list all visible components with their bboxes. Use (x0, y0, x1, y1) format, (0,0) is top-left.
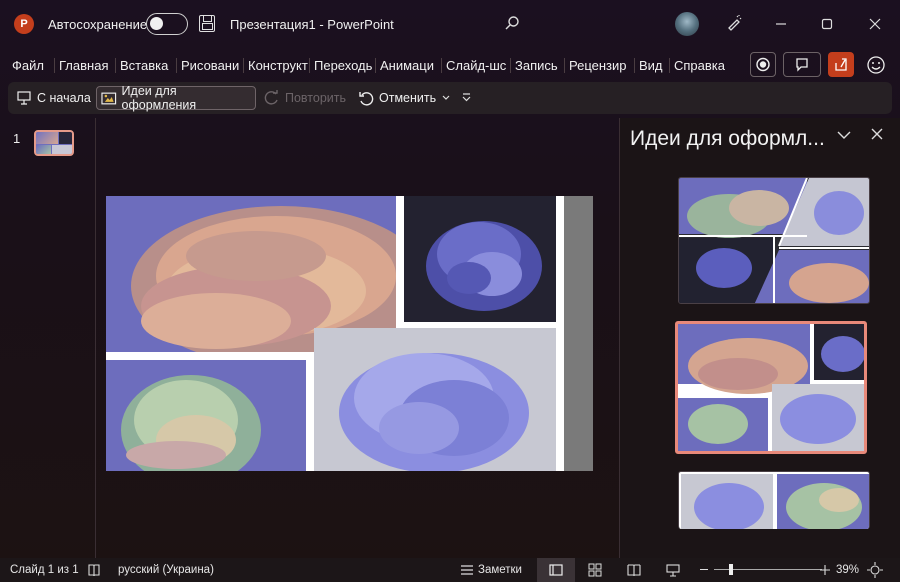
tab-design[interactable]: Конструкт (243, 57, 309, 73)
designer-pen-icon[interactable] (725, 14, 743, 32)
tab-review[interactable]: Рецензир (564, 57, 634, 73)
image-blue-dark[interactable] (404, 196, 556, 322)
normal-view-button[interactable] (537, 558, 575, 582)
design-option-3-preview (679, 472, 869, 529)
tab-draw[interactable]: Рисовани (176, 57, 243, 73)
language-indicator[interactable]: русский (Украина) (118, 564, 214, 576)
customize-toolbar-icon[interactable] (462, 93, 471, 103)
title-bar: P Автосохранение Презентация1 - PowerPoi… (0, 0, 900, 48)
purple-flower-graphic (339, 353, 529, 471)
tab-slideshow[interactable]: Слайд-шс (441, 57, 510, 73)
undo-dropdown-icon[interactable] (442, 94, 450, 102)
status-bar: Слайд 1 из 1 русский (Украина) Заметки 3… (0, 558, 900, 582)
autosave-toggle[interactable] (146, 13, 188, 35)
slide-canvas[interactable] (106, 196, 593, 471)
powerpoint-window: P Автосохранение Презентация1 - PowerPoi… (0, 0, 900, 582)
document-title: Презентация1 - PowerPoint (230, 17, 394, 32)
maximize-button[interactable] (812, 10, 842, 38)
tab-file[interactable]: Файл (8, 58, 54, 73)
redo-button[interactable]: Повторить (260, 86, 350, 110)
share-icon (835, 58, 847, 71)
ribbon-tabs: Файл Главная Вставка Рисовани Конструкт … (8, 52, 731, 78)
fit-to-window-icon[interactable] (867, 562, 883, 578)
undo-label: Отменить (379, 91, 437, 105)
comment-icon (796, 58, 808, 72)
design-option-2-selected[interactable] (675, 321, 867, 454)
slide-counter: Слайд 1 из 1 (10, 564, 79, 576)
zoom-out-icon[interactable] (700, 569, 708, 570)
slideshow-view-icon[interactable] (666, 563, 680, 577)
design-option-1-preview (679, 178, 869, 303)
from-start-button[interactable]: С начала (12, 86, 95, 110)
notes-button[interactable]: Заметки (460, 560, 522, 580)
notes-icon (461, 565, 473, 575)
tab-view[interactable]: Вид (634, 57, 669, 73)
tab-record[interactable]: Запись (510, 57, 564, 73)
comments-button[interactable] (783, 52, 821, 77)
minimize-button[interactable] (766, 10, 796, 38)
notes-label: Заметки (478, 564, 522, 576)
autosave-label: Автосохранение (48, 17, 148, 32)
blue-dark-graphic (426, 221, 542, 311)
zoom-level[interactable]: 39% (836, 564, 859, 576)
design-option-2-preview (678, 324, 864, 451)
toggle-knob (150, 17, 163, 30)
design-option-3[interactable] (678, 471, 870, 529)
account-avatar[interactable] (675, 12, 699, 36)
pane-collapse-chevron-icon[interactable] (837, 130, 851, 140)
quick-toolbar: С начала Идеи для оформления Повторить О… (8, 82, 892, 114)
close-icon (869, 18, 881, 30)
feedback-smiley-icon[interactable] (866, 55, 886, 75)
undo-icon (359, 92, 374, 106)
designer-pane-title: Идеи для оформл... (630, 127, 825, 150)
normal-view-icon (549, 564, 563, 576)
search-icon[interactable] (504, 15, 520, 31)
presenter-icon (17, 91, 31, 105)
design-option-1[interactable] (678, 177, 870, 304)
from-start-label: С начала (37, 91, 91, 105)
design-ideas-button[interactable]: Идеи для оформления (96, 84, 256, 112)
minimize-icon (776, 23, 786, 25)
powerpoint-logo-icon: P (14, 14, 34, 34)
slide-sorter-icon[interactable] (588, 563, 602, 577)
pane-close-icon[interactable] (871, 128, 883, 140)
gray-strip (564, 196, 593, 471)
tab-insert[interactable]: Вставка (115, 57, 176, 73)
slide-thumbnail-pane (0, 118, 96, 558)
image-green-swirl[interactable] (106, 360, 306, 471)
redo-label: Повторить (285, 91, 347, 105)
tab-transitions[interactable]: Переходь (309, 57, 375, 73)
slide-thumbnail[interactable] (34, 130, 74, 156)
record-icon (756, 57, 770, 72)
tab-animations[interactable]: Анимаци (375, 57, 441, 73)
design-ideas-icon (101, 92, 117, 105)
image-purple-flower[interactable] (314, 328, 556, 471)
accessibility-book-icon[interactable] (87, 563, 101, 577)
record-button[interactable] (750, 52, 776, 77)
save-icon[interactable] (199, 15, 215, 32)
maximize-icon (821, 18, 833, 30)
zoom-in-icon[interactable] (820, 565, 830, 575)
close-window-button[interactable] (860, 10, 890, 38)
redo-icon (264, 90, 278, 105)
share-button[interactable] (828, 52, 854, 77)
design-ideas-label: Идеи для оформления (121, 84, 197, 112)
tab-home[interactable]: Главная (54, 57, 115, 73)
slide-number: 1 (13, 131, 21, 146)
zoom-slider-thumb[interactable] (729, 564, 733, 575)
undo-button[interactable]: Отменить (354, 86, 440, 110)
green-swirl-graphic (121, 375, 261, 471)
reading-view-icon[interactable] (627, 563, 641, 577)
tab-help[interactable]: Справка (669, 57, 731, 73)
